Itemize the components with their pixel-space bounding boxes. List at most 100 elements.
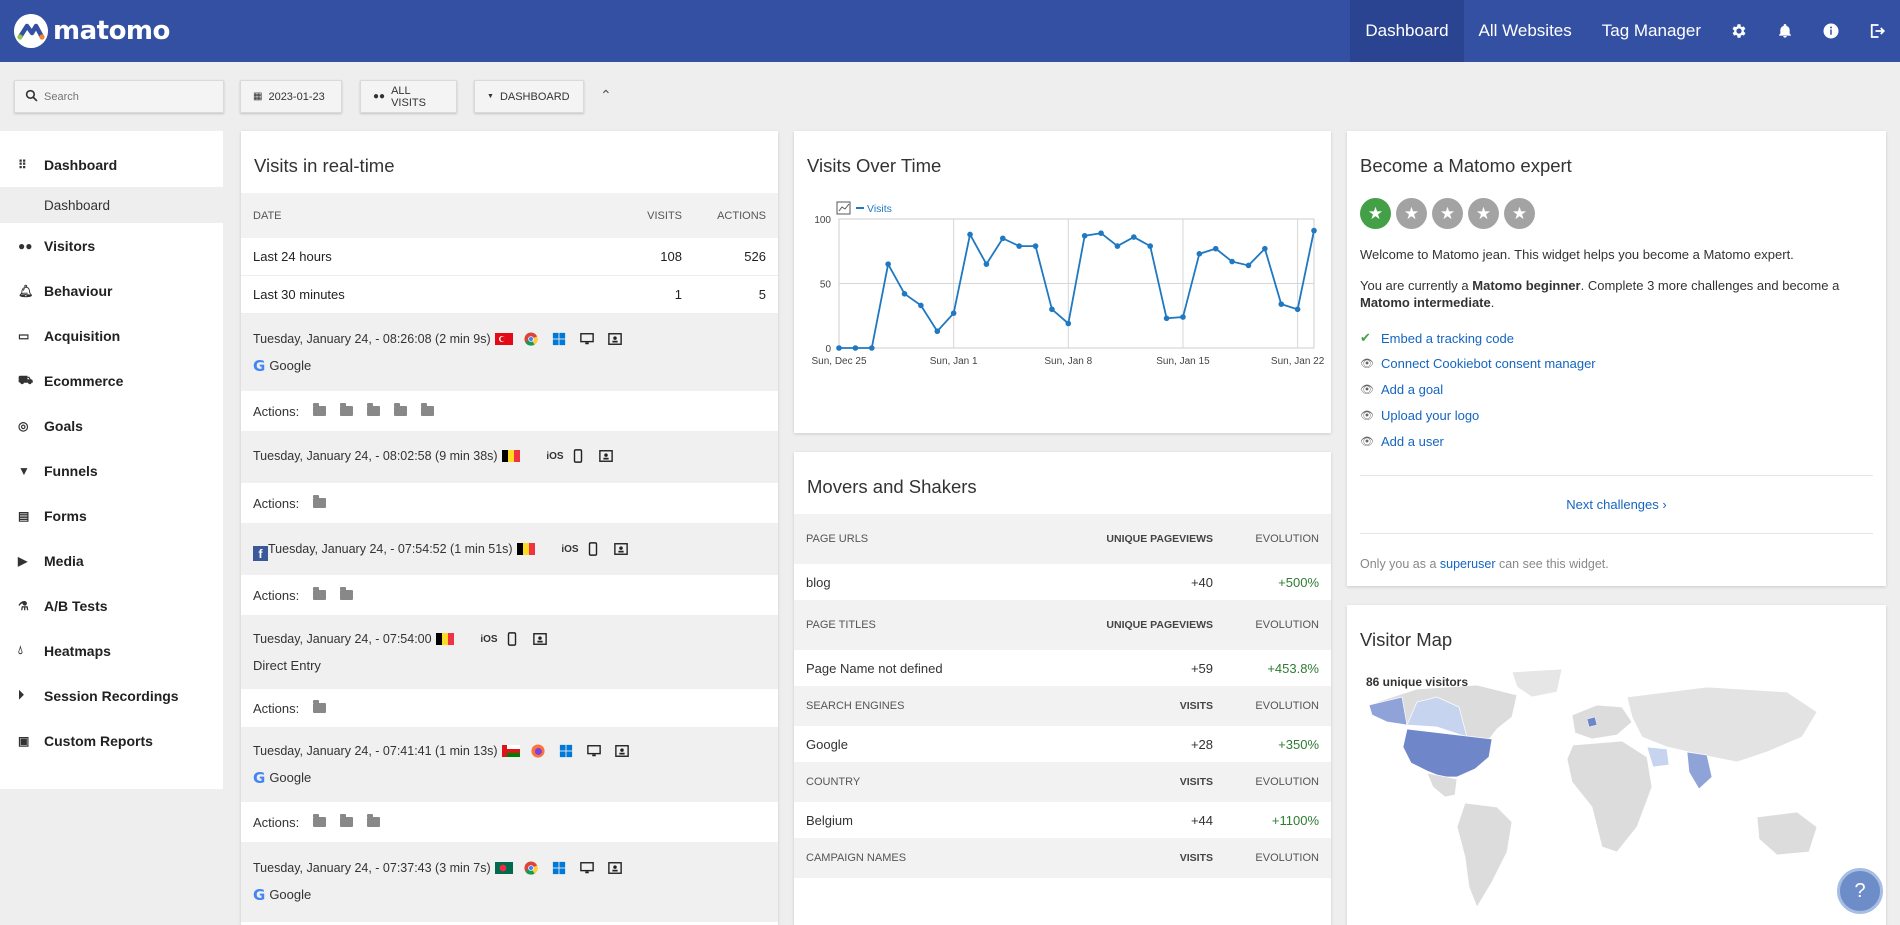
visits-data-point[interactable] bbox=[1262, 245, 1268, 252]
visits-data-point[interactable] bbox=[983, 261, 990, 267]
challenge-item[interactable]: 👁︎ Connect Cookiebot consent manager bbox=[1360, 356, 1596, 371]
folder-icon[interactable] bbox=[340, 403, 354, 416]
sidebar-item-heatmaps[interactable]: 💧︎ Heatmaps bbox=[0, 628, 223, 673]
info-icon[interactable] bbox=[1808, 0, 1854, 62]
folder-icon[interactable] bbox=[313, 700, 327, 713]
bell-icon[interactable] bbox=[1762, 0, 1808, 62]
visits-data-point[interactable] bbox=[1131, 234, 1137, 240]
visit-entry[interactable]: Tuesday, January 24, - 07:41:41 (1 min 1… bbox=[241, 727, 778, 802]
visits-data-point[interactable] bbox=[901, 291, 908, 297]
sidebar-item-session-recordings[interactable]: ⏵ Session Recordings bbox=[0, 673, 223, 718]
dashboard-selector[interactable]: ▼ DASHBOARD bbox=[474, 80, 584, 113]
table-row[interactable]: Google +28 +350% bbox=[794, 726, 1331, 762]
visits-data-point[interactable] bbox=[1114, 243, 1121, 249]
visit-entry[interactable]: Tuesday, January 24, - 08:26:08 (2 min 9… bbox=[241, 314, 778, 391]
challenge-item[interactable]: ✔ Embed a tracking code bbox=[1360, 330, 1514, 346]
sidebar-item-ab-tests[interactable]: ⚗ A/B Tests bbox=[0, 583, 223, 628]
nav-dashboard[interactable]: Dashboard bbox=[1350, 0, 1464, 62]
help-button[interactable]: ? bbox=[1837, 868, 1883, 914]
map-africa[interactable] bbox=[1566, 740, 1653, 853]
visits-data-point[interactable] bbox=[1065, 320, 1072, 327]
challenge-link[interactable]: Add a user bbox=[1381, 434, 1444, 449]
sidebar-item-behaviour[interactable]: 🔔︎ Behaviour bbox=[0, 268, 223, 313]
sidebar-subitem-dashboard[interactable]: Dashboard bbox=[0, 187, 223, 223]
visit-entry[interactable]: Tuesday, January 24, - 07:54:00 iOS Dire… bbox=[241, 615, 778, 689]
map-australia[interactable] bbox=[1756, 811, 1818, 856]
visits-data-point[interactable] bbox=[999, 235, 1006, 242]
nav-all-websites[interactable]: All Websites bbox=[1464, 0, 1587, 62]
challenge-item[interactable]: 👁︎ Upload your logo bbox=[1360, 408, 1479, 423]
sidebar-item-custom-reports[interactable]: ▣ Custom Reports bbox=[0, 718, 223, 763]
visits-data-point[interactable] bbox=[1311, 227, 1317, 234]
visits-data-point[interactable] bbox=[885, 261, 891, 267]
visits-data-point[interactable] bbox=[918, 302, 924, 309]
visits-data-point[interactable] bbox=[950, 310, 957, 316]
table-row[interactable]: Belgium +44 +1100% bbox=[794, 802, 1331, 838]
map-belgium[interactable] bbox=[1586, 716, 1598, 728]
visits-data-point[interactable] bbox=[836, 345, 842, 351]
table-row[interactable]: Page Name not defined +59 +453.8% bbox=[794, 650, 1331, 686]
logout-icon[interactable] bbox=[1854, 0, 1900, 62]
world-map[interactable]: 86 unique visitors bbox=[1347, 667, 1886, 925]
folder-icon[interactable] bbox=[340, 587, 354, 600]
visit-entry[interactable]: f Tuesday, January 24, - 07:54:52 (1 min … bbox=[241, 523, 778, 575]
segment-selector[interactable]: ●● ALL VISITS bbox=[360, 80, 457, 113]
map-middle-east[interactable] bbox=[1646, 746, 1670, 768]
map-europe[interactable] bbox=[1571, 704, 1633, 740]
matomo-logo[interactable]: matomo bbox=[14, 13, 170, 49]
challenge-link[interactable]: Connect Cookiebot consent manager bbox=[1381, 356, 1596, 371]
folder-icon[interactable] bbox=[367, 403, 381, 416]
visits-data-point[interactable] bbox=[1180, 314, 1186, 320]
visits-data-point[interactable] bbox=[1245, 262, 1252, 269]
challenge-item[interactable]: 👁︎ Add a goal bbox=[1360, 382, 1443, 397]
visits-data-point[interactable] bbox=[1098, 230, 1104, 236]
nav-tag-manager[interactable]: Tag Manager bbox=[1587, 0, 1716, 62]
map-india[interactable] bbox=[1686, 751, 1713, 790]
visits-data-point[interactable] bbox=[1032, 243, 1039, 249]
sidebar-item-goals[interactable]: ◎ Goals bbox=[0, 403, 223, 448]
sidebar-item-funnels[interactable]: ▼ Funnels bbox=[0, 448, 223, 493]
map-south-america[interactable] bbox=[1456, 802, 1513, 908]
visits-data-point[interactable] bbox=[1049, 306, 1055, 313]
folder-icon[interactable] bbox=[394, 403, 408, 416]
visits-data-point[interactable] bbox=[852, 345, 859, 351]
next-challenges-link[interactable]: Next challenges › bbox=[1347, 497, 1886, 512]
sidebar-item-ecommerce[interactable]: ⛟ Ecommerce bbox=[0, 358, 223, 403]
map-greenland[interactable] bbox=[1511, 668, 1563, 698]
folder-icon[interactable] bbox=[421, 403, 435, 416]
visits-data-point[interactable] bbox=[967, 231, 973, 238]
visits-data-point[interactable] bbox=[1016, 243, 1022, 249]
search-input[interactable] bbox=[44, 90, 204, 103]
visits-data-point[interactable] bbox=[934, 328, 941, 335]
sidebar-item-dashboard[interactable]: ⠿ Dashboard bbox=[0, 142, 223, 187]
collapse-icon[interactable]: ⌃ bbox=[600, 87, 612, 104]
visits-data-point[interactable] bbox=[1229, 258, 1235, 265]
visits-data-point[interactable] bbox=[1163, 315, 1170, 322]
challenge-link[interactable]: Add a goal bbox=[1381, 382, 1443, 397]
visit-entry[interactable]: Tuesday, January 24, - 07:37:43 (3 min 7… bbox=[241, 842, 778, 922]
folder-icon[interactable] bbox=[313, 403, 327, 416]
visits-data-point[interactable] bbox=[1147, 243, 1154, 249]
search-box[interactable] bbox=[14, 80, 224, 113]
folder-icon[interactable] bbox=[313, 814, 327, 827]
visits-data-point[interactable] bbox=[868, 345, 875, 351]
sidebar-item-forms[interactable]: ▤ Forms bbox=[0, 493, 223, 538]
visit-entry[interactable]: Tuesday, January 24, - 08:02:58 (9 min 3… bbox=[241, 431, 778, 483]
visits-data-point[interactable] bbox=[1294, 306, 1301, 313]
legend-label[interactable]: Visits bbox=[867, 203, 892, 215]
table-row[interactable]: blog +40 +500% bbox=[794, 564, 1331, 600]
folder-icon[interactable] bbox=[313, 495, 327, 508]
sidebar-item-media[interactable]: ▶ Media bbox=[0, 538, 223, 583]
challenge-item[interactable]: 👁︎ Add a user bbox=[1360, 434, 1444, 449]
visits-data-point[interactable] bbox=[1212, 245, 1219, 252]
visits-data-point[interactable] bbox=[1196, 251, 1203, 257]
superuser-link[interactable]: superuser bbox=[1440, 557, 1496, 571]
visits-data-point[interactable] bbox=[1081, 232, 1088, 239]
gear-icon[interactable] bbox=[1716, 0, 1762, 62]
visits-data-point[interactable] bbox=[1278, 301, 1285, 307]
folder-icon[interactable] bbox=[367, 814, 381, 827]
challenge-link[interactable]: Embed a tracking code bbox=[1381, 331, 1514, 346]
map-alaska[interactable] bbox=[1368, 696, 1408, 726]
date-selector[interactable]: ▦ 2023-01-23 bbox=[240, 80, 342, 113]
sidebar-item-acquisition[interactable]: ▭ Acquisition bbox=[0, 313, 223, 358]
